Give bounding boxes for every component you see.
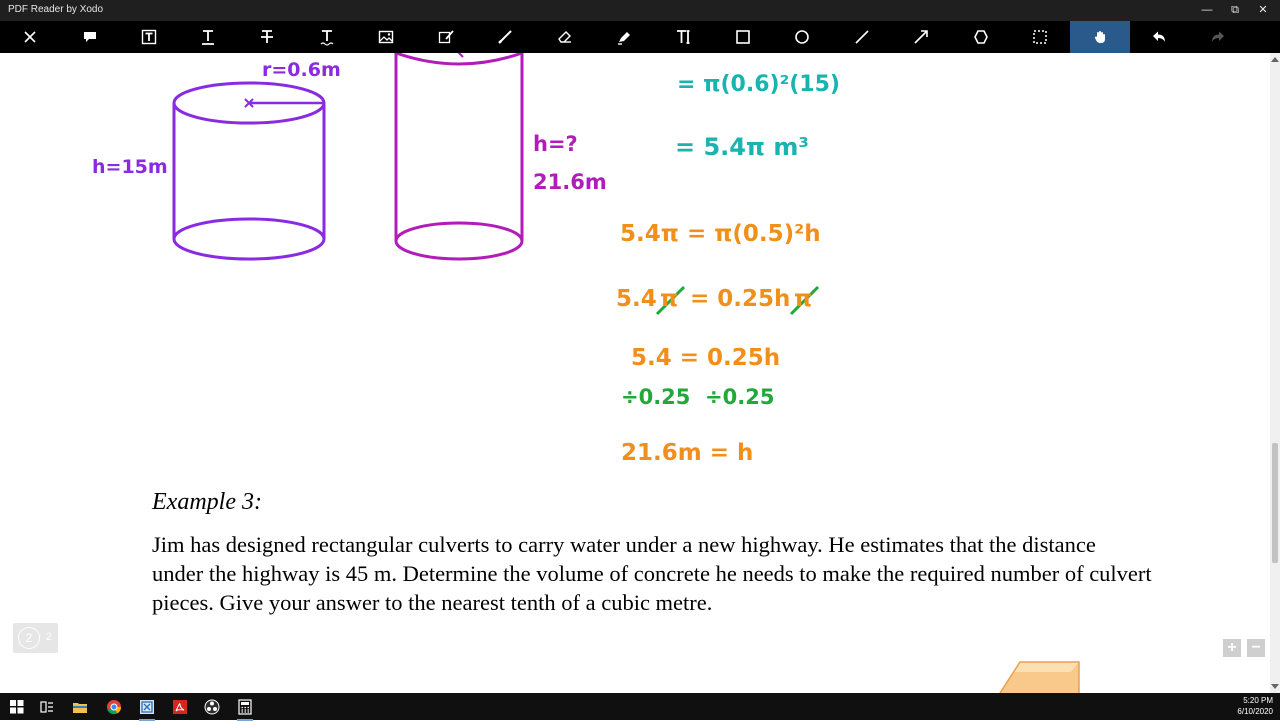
example-title: Example 3: (152, 489, 262, 515)
cylinder-1-drawing (172, 81, 326, 261)
scroll-thumb[interactable] (1272, 443, 1278, 563)
polygon-icon (974, 30, 988, 44)
task-view-icon (40, 701, 53, 713)
orange-step-2-pi-1: π (660, 286, 679, 312)
eraser-tool[interactable] (535, 21, 595, 53)
hand-icon (1094, 31, 1105, 43)
text-box-icon (141, 29, 157, 45)
app-title: PDF Reader by Xodo (8, 4, 104, 15)
vertical-scrollbar[interactable] (1270, 53, 1280, 693)
windows-start-icon (10, 700, 24, 714)
culvert-illustration (999, 661, 1080, 693)
task-view-button[interactable] (36, 696, 58, 718)
highlighter-icon (618, 32, 630, 45)
redo-icon (1212, 31, 1224, 42)
rectangle-icon (736, 30, 750, 44)
radius-label: r=0.6m (262, 59, 341, 81)
xodo-button[interactable] (136, 696, 158, 721)
squiggly-icon (320, 30, 334, 46)
orange-step-1: 5.4π = π(0.5)²h (620, 221, 821, 247)
highlighter-tool[interactable] (594, 21, 654, 53)
windows-taskbar: 5:20 PM 6/10/2020 (0, 693, 1280, 721)
teal-step-1: = π(0.6)²(15) (677, 72, 840, 97)
pan-tool[interactable] (1070, 21, 1130, 53)
clock-time: 5:20 PM (1243, 696, 1273, 705)
signature-icon (438, 30, 454, 44)
acrobat-icon (173, 700, 187, 714)
eraser-icon (558, 31, 571, 43)
ellipse-tool[interactable] (772, 21, 832, 53)
cylinder-2-drawing (394, 53, 524, 261)
polygon-tool[interactable] (951, 21, 1011, 53)
xodo-icon (140, 700, 154, 714)
obs-button[interactable] (201, 696, 223, 718)
close-window-button[interactable]: ✕ (1246, 0, 1280, 21)
pdf-page[interactable]: r=0.6m h=15m h=? 21.6m = π(0.6)²(15) = 5… (0, 53, 1270, 693)
height1-label: h=15m (92, 156, 168, 178)
page-indicator[interactable]: 2 2 (13, 623, 58, 653)
annotation-toolbar (0, 21, 1280, 53)
problem-text: Jim has designed rectangular culverts to… (152, 532, 1152, 615)
current-page: 2 (18, 627, 40, 649)
comment-tool[interactable] (60, 21, 120, 53)
system-clock[interactable]: 5:20 PM 6/10/2020 (1237, 695, 1273, 717)
image-icon (378, 30, 394, 44)
arrow-tool[interactable] (891, 21, 951, 53)
undo-icon (1153, 31, 1165, 42)
text-cursor-icon (677, 30, 690, 44)
orange-step-3: 5.4 = 0.25h (631, 345, 781, 371)
height2-label: h=? (533, 132, 578, 156)
close-icon (24, 31, 36, 43)
signature-tool[interactable] (416, 21, 476, 53)
file-explorer-button[interactable] (69, 696, 91, 718)
teal-step-2: = 5.4π m³ (675, 133, 809, 161)
line-icon (855, 30, 869, 44)
scroll-down-icon[interactable] (1271, 684, 1279, 689)
clock-date: 6/10/2020 (1237, 707, 1273, 716)
zoom-out-button[interactable]: − (1247, 639, 1265, 657)
title-bar: PDF Reader by Xodo — ⧉ ✕ (0, 0, 1280, 21)
arrow-icon (914, 30, 928, 44)
redo-tool[interactable] (1188, 21, 1248, 53)
rectangle-tool[interactable] (713, 21, 773, 53)
obs-icon (204, 699, 220, 715)
strikeout-tool[interactable] (237, 21, 297, 53)
pen-tool[interactable] (475, 21, 535, 53)
image-tool[interactable] (356, 21, 416, 53)
acrobat-button[interactable] (169, 696, 191, 718)
undo-tool[interactable] (1129, 21, 1189, 53)
height2-answer: 21.6m (533, 170, 607, 194)
text-tool[interactable] (654, 21, 714, 53)
orange-step-2-left: 5.4 (616, 286, 657, 312)
underline-tool[interactable] (178, 21, 238, 53)
calculator-button[interactable] (234, 696, 256, 721)
calculator-icon (238, 699, 252, 715)
chrome-button[interactable] (103, 696, 125, 718)
scroll-up-icon[interactable] (1271, 57, 1279, 62)
squiggly-tool[interactable] (297, 21, 357, 53)
close-tool[interactable] (0, 21, 60, 53)
ellipse-icon (795, 30, 809, 44)
orange-step-2-mid: = 0.25h (690, 286, 791, 312)
line-tool[interactable] (832, 21, 892, 53)
file-explorer-icon (73, 703, 87, 713)
strikeout-icon (261, 30, 273, 43)
comment-icon (84, 32, 96, 42)
zoom-in-button[interactable]: + (1223, 639, 1241, 657)
windows-start-button[interactable] (6, 696, 28, 718)
underline-icon (202, 30, 214, 45)
pen-icon (498, 30, 512, 44)
select-tool[interactable] (1010, 21, 1070, 53)
free-text-tool[interactable] (119, 21, 179, 53)
orange-step-2-pi-2: π (794, 286, 813, 312)
total-pages: 2 (46, 631, 53, 643)
green-divide-step: ÷0.25 ÷0.25 (621, 385, 775, 409)
orange-answer: 21.6m = h (621, 440, 754, 466)
chrome-icon (107, 700, 122, 715)
dashed-rectangle-icon (1033, 30, 1047, 44)
